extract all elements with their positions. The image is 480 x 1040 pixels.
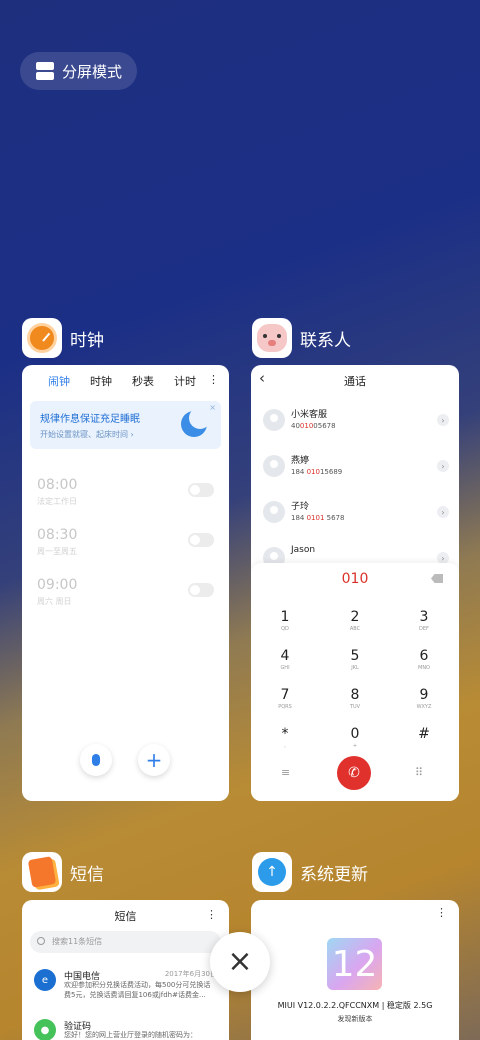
close-icon[interactable]: × (209, 403, 216, 412)
search-icon (37, 937, 45, 945)
tab-alarm[interactable]: 闹钟 (48, 373, 70, 389)
sms-app-icon (22, 852, 62, 892)
page-title: 短信 (114, 910, 137, 923)
clock-tabs: 闹钟 时钟 秒表 计时 ⋮ (22, 365, 229, 389)
alarm-toggle[interactable] (188, 483, 214, 497)
contact-name: Jason (291, 545, 316, 555)
contacts-app-icon (252, 318, 292, 358)
more-icon[interactable]: ⋮ (206, 908, 217, 921)
key-star[interactable]: *, (265, 726, 305, 749)
sleep-banner[interactable]: 规律作息保证充足睡眠 开始设置就寝、起床时间 › × (30, 401, 221, 449)
key-8[interactable]: 8 TUV (335, 687, 375, 710)
sms-preview: 您好！您的网上营业厅登录的随机密码为： (64, 1031, 197, 1039)
key-3[interactable]: 3 DEF (404, 609, 444, 632)
contacts-app-header[interactable]: 联系人 (252, 318, 351, 358)
contact-number: 184 0101 5678 (291, 514, 345, 522)
updater-app-header[interactable]: ↑ 系统更新 (252, 852, 368, 892)
call-button[interactable]: ✆ (337, 756, 371, 790)
alarm-time: 08:30 (37, 527, 78, 543)
tab-timer[interactable]: 计时 (174, 373, 196, 389)
tab-clock[interactable]: 时钟 (90, 373, 112, 389)
close-icon: × (227, 944, 253, 979)
contact-row[interactable]: 小米客服 4001005678 › (263, 405, 451, 441)
chevron-right-icon[interactable]: › (437, 414, 449, 426)
split-screen-icon (36, 62, 54, 80)
chevron-right-icon[interactable]: › (437, 506, 449, 518)
split-screen-button[interactable]: 分屏模式 (20, 52, 137, 90)
voice-alarm-button[interactable] (80, 744, 112, 776)
clock-app-name: 时钟 (70, 330, 104, 351)
contact-number: 184 01015689 (291, 468, 343, 476)
clock-app-card[interactable]: 闹钟 时钟 秒表 计时 ⋮ 规律作息保证充足睡眠 开始设置就寝、起床时间 › ×… (22, 365, 229, 801)
key-2[interactable]: 2 ABC (335, 609, 375, 632)
arrow-up-icon: ↑ (258, 858, 286, 886)
contact-name: 小米客服 (291, 410, 328, 420)
telecom-logo-icon: e (34, 969, 56, 991)
key-9[interactable]: 9 WXYZ (404, 687, 444, 710)
miui-logo: 12 (327, 938, 382, 990)
sms-preview: 欢迎参加积分兑换话费活动，每500分可兑换话费5元，兑换话费请回复106或jfd… (64, 981, 211, 999)
clock-app-header[interactable]: 时钟 (22, 318, 104, 358)
menu-icon[interactable]: ≡ (281, 766, 290, 779)
key-7[interactable]: 7 PQRS (265, 687, 305, 710)
contacts-app-name: 联系人 (300, 330, 351, 351)
key-6[interactable]: 6 MNO (404, 648, 444, 671)
search-input[interactable]: 搜索11条短信 (30, 931, 221, 953)
verification-icon: ● (34, 1019, 56, 1040)
contact-number: 4001005678 (291, 422, 336, 430)
more-icon[interactable]: ⋮ (208, 373, 219, 389)
moon-icon (181, 407, 211, 437)
key-5[interactable]: 5 JKL (335, 648, 375, 671)
alarm-repeat: 法定工作日 (37, 497, 77, 506)
alarm-repeat: 周六 周日 (37, 597, 72, 606)
alarm-item[interactable]: 08:30 周一至周五 (37, 527, 77, 557)
microphone-icon (92, 754, 100, 766)
alarm-time: 09:00 (37, 577, 78, 593)
contact-name: 子玲 (291, 502, 310, 512)
tab-stopwatch[interactable]: 秒表 (132, 373, 154, 389)
more-icon[interactable]: ⋮ (436, 906, 447, 919)
dialpad: 010 1 QD 2 ABC 3 DEF 4 GHI 5 JKL 6 MNO 7 PQRS 8… (251, 563, 459, 801)
alarm-item[interactable]: 08:00 法定工作日 (37, 477, 77, 507)
split-screen-label: 分屏模式 (62, 62, 123, 81)
key-hash[interactable]: # (404, 726, 444, 743)
version-text: MIUI V12.0.2.2.QFCCNXM | 稳定版 2.5G (277, 1001, 433, 1010)
keypad-icon[interactable]: ⠿ (415, 766, 423, 779)
updater-app-name: 系统更新 (300, 864, 368, 885)
phone-icon: ✆ (348, 765, 360, 781)
key-4[interactable]: 4 GHI (265, 648, 305, 671)
contact-row[interactable]: 子玲 184 0101 5678 › (263, 497, 451, 533)
key-0[interactable]: 0 + (335, 726, 375, 749)
avatar-icon (263, 409, 285, 431)
avatar-icon (263, 501, 285, 523)
contact-row[interactable]: 燕婷 184 01015689 › (263, 451, 451, 487)
chevron-right-icon[interactable]: › (437, 460, 449, 472)
avatar-icon (263, 455, 285, 477)
clear-all-button[interactable]: × (210, 932, 270, 992)
list-item[interactable]: ● 验证码 您好！您的网上营业厅登录的随机密码为： (34, 1019, 221, 1040)
sms-app-header[interactable]: 短信 (22, 852, 104, 892)
alarm-item[interactable]: 09:00 周六 周日 (37, 577, 77, 607)
alarm-toggle[interactable] (188, 583, 214, 597)
updater-app-card[interactable]: ⋮ 12 MIUI V12.0.2.2.QFCCNXM | 稳定版 2.5G 发… (251, 900, 459, 1040)
sms-app-name: 短信 (70, 864, 104, 885)
plus-icon: + (145, 748, 163, 772)
alarm-repeat: 周一至周五 (37, 547, 77, 556)
sms-app-card[interactable]: 短信 ⋮ 搜索11条短信 e 中国电信 2017年6月30日 欢迎参加积分兑换话… (22, 900, 229, 1040)
clock-app-icon (22, 318, 62, 358)
contacts-app-card[interactable]: ‹ 通话 小米客服 4001005678 › 燕婷 184 01015689 ›… (251, 365, 459, 801)
key-1[interactable]: 1 QD (265, 609, 305, 632)
sms-date: 2017年6月30日 (164, 970, 217, 978)
alarm-time: 08:00 (37, 477, 78, 493)
updater-app-icon: ↑ (252, 852, 292, 892)
list-item[interactable]: e 中国电信 2017年6月30日 欢迎参加积分兑换话费活动，每500分可兑换话… (34, 969, 221, 1009)
contact-name: 燕婷 (291, 456, 310, 466)
alarm-toggle[interactable] (188, 533, 214, 547)
update-status: 发现新版本 (337, 1015, 373, 1023)
page-title: 通话 (344, 375, 366, 388)
dial-input[interactable]: 010 (251, 571, 459, 587)
add-alarm-button[interactable]: + (138, 744, 170, 776)
